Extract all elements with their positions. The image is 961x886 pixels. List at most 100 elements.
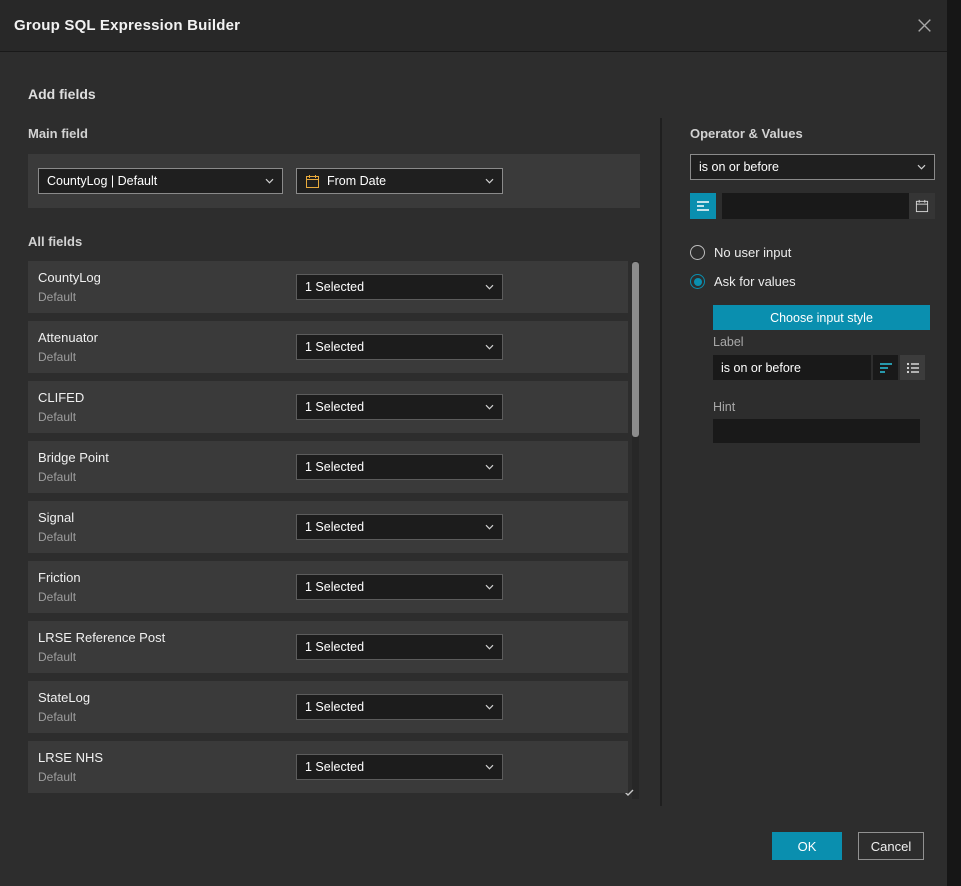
ok-button[interactable]: OK [772,832,842,860]
field-selection-value: 1 Selected [305,760,364,774]
field-subtitle: Default [38,290,76,304]
choose-input-style-button[interactable]: Choose input style [713,305,930,330]
radio-no-user-input-label: No user input [714,245,791,260]
radio-ask-for-values-label: Ask for values [714,274,796,289]
chevron-down-icon [485,464,494,470]
input-text-style-icon [879,362,893,374]
hint-caption: Hint [713,400,735,414]
field-subtitle: Default [38,470,76,484]
add-fields-heading: Add fields [28,86,96,102]
field-selection-dropdown[interactable]: 1 Selected [296,574,503,600]
value-list-button[interactable] [690,193,716,219]
chevron-down-icon [485,284,494,290]
field-selection-value: 1 Selected [305,280,364,294]
column-divider [660,118,662,806]
field-row: Signal Default 1 Selected [28,501,628,553]
close-icon[interactable] [912,13,937,38]
field-row: LRSE Reference Post Default 1 Selected [28,621,628,673]
field-name: Bridge Point [38,450,109,465]
field-selection-dropdown[interactable]: 1 Selected [296,394,503,420]
chevron-down-icon [485,704,494,710]
list-scrollbar-thumb[interactable] [632,262,639,437]
all-fields-heading: All fields [28,234,82,249]
field-subtitle: Default [38,590,76,604]
field-subtitle: Default [38,710,76,724]
chevron-down-icon [265,178,274,184]
group-sql-expression-builder-dialog: Group SQL Expression Builder Add fields … [0,0,961,886]
dialog-header: Group SQL Expression Builder [0,0,961,52]
field-selection-value: 1 Selected [305,640,364,654]
field-name: CLIFED [38,390,84,405]
dialog-title: Group SQL Expression Builder [14,17,240,34]
calendar-icon [305,174,320,189]
label-caption: Label [713,335,744,349]
field-selection-dropdown[interactable]: 1 Selected [296,274,503,300]
date-field-select[interactable]: From Date [296,168,503,194]
list-scrollbar-track[interactable] [632,261,639,799]
field-selection-value: 1 Selected [305,460,364,474]
field-selection-value: 1 Selected [305,340,364,354]
radio-ask-for-values[interactable]: Ask for values [690,274,796,289]
chevron-down-icon [485,404,494,410]
label-input-row [713,355,925,380]
field-name: Friction [38,570,81,585]
field-row: CLIFED Default 1 Selected [28,381,628,433]
chevron-down-icon [485,644,494,650]
field-name: CountyLog [38,270,101,285]
operator-select-value: is on or before [699,160,779,174]
chevron-down-icon [485,178,494,184]
value-input-row [690,193,935,219]
input-style-text-button[interactable] [873,355,898,380]
cancel-button[interactable]: Cancel [858,832,924,860]
field-subtitle: Default [38,350,76,364]
calendar-button[interactable] [909,193,935,219]
main-field-heading: Main field [28,126,88,141]
layer-select-value: CountyLog | Default [47,174,157,188]
field-selection-dropdown[interactable]: 1 Selected [296,754,503,780]
radio-circle-selected [690,274,705,289]
value-input[interactable] [722,193,909,219]
field-selection-dropdown[interactable]: 1 Selected [296,454,503,480]
chevron-down-icon [485,344,494,350]
field-selection-value: 1 Selected [305,580,364,594]
field-subtitle: Default [38,770,76,784]
input-list-style-icon [906,362,920,374]
date-field-select-value: From Date [327,174,386,188]
field-subtitle: Default [38,530,76,544]
radio-no-user-input[interactable]: No user input [690,245,791,260]
chevron-down-icon [485,584,494,590]
radio-circle-unselected [690,245,705,260]
field-selection-dropdown[interactable]: 1 Selected [296,694,503,720]
hint-input[interactable] [713,419,920,443]
field-name: Signal [38,510,74,525]
field-selection-dropdown[interactable]: 1 Selected [296,634,503,660]
field-row: CountyLog Default 1 Selected [28,261,628,313]
field-selection-dropdown[interactable]: 1 Selected [296,334,503,360]
chevron-down-icon [485,764,494,770]
operator-select[interactable]: is on or before [690,154,935,180]
label-input[interactable] [713,355,871,380]
layer-select[interactable]: CountyLog | Default [38,168,283,194]
field-selection-value: 1 Selected [305,520,364,534]
field-row: Friction Default 1 Selected [28,561,628,613]
operator-values-heading: Operator & Values [690,126,803,141]
field-name: Attenuator [38,330,98,345]
field-selection-value: 1 Selected [305,700,364,714]
input-style-list-button[interactable] [900,355,925,380]
value-list-icon [696,200,710,212]
field-name: LRSE Reference Post [38,630,165,645]
field-subtitle: Default [38,410,76,424]
calendar-icon [915,199,929,213]
chevron-down-icon [485,524,494,530]
main-field-panel: CountyLog | Default From Date [28,154,640,208]
value-input-group [722,193,935,219]
field-row: LRSE NHS Default 1 Selected [28,741,628,793]
field-name: LRSE NHS [38,750,103,765]
dialog-scrollbar-gutter[interactable] [947,0,961,886]
field-subtitle: Default [38,650,76,664]
dialog-footer: OK Cancel [772,832,924,860]
field-row: Attenuator Default 1 Selected [28,321,628,373]
field-selection-value: 1 Selected [305,400,364,414]
chevron-down-icon [917,164,926,170]
field-selection-dropdown[interactable]: 1 Selected [296,514,503,540]
